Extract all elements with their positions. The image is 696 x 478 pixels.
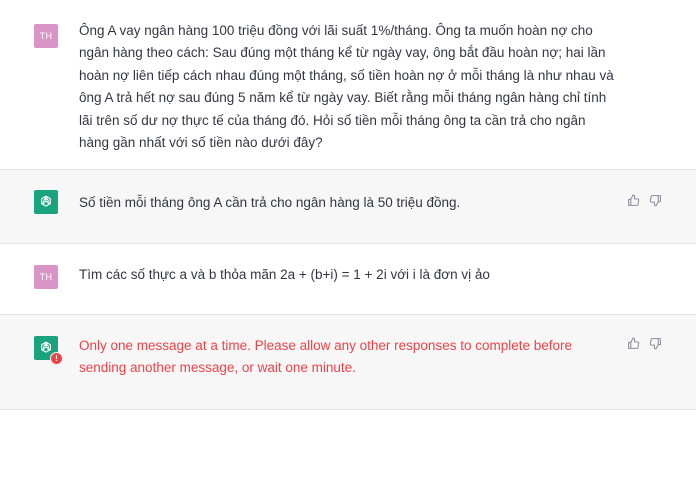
message-text: Tìm các số thực a và b thỏa mãn 2a + (b+… bbox=[79, 267, 490, 282]
user-message: TH Tìm các số thực a và b thỏa mãn 2a + … bbox=[0, 244, 696, 315]
feedback-actions bbox=[627, 337, 662, 350]
conversation-thread: TH Ông A vay ngân hàng 100 triệu đồng vớ… bbox=[0, 0, 696, 478]
user-message: TH Ông A vay ngân hàng 100 triệu đồng vớ… bbox=[0, 0, 696, 170]
feedback-actions bbox=[627, 194, 662, 207]
user-avatar: TH bbox=[34, 265, 58, 289]
user-avatar-initials: TH bbox=[39, 31, 53, 41]
error-message-text: Only one message at a time. Please allow… bbox=[79, 338, 573, 376]
message-text: Ông A vay ngân hàng 100 triệu đồng với l… bbox=[79, 23, 614, 151]
thumbs-down-icon[interactable] bbox=[649, 194, 662, 207]
thumbs-up-icon[interactable] bbox=[627, 337, 640, 350]
error-badge-icon: ! bbox=[50, 352, 63, 365]
message-text: Số tiền mỗi tháng ông A cần trả cho ngân… bbox=[79, 195, 461, 210]
assistant-avatar: ! bbox=[34, 336, 63, 365]
thumbs-down-icon[interactable] bbox=[649, 337, 662, 350]
assistant-message: ! Only one message at a time. Please all… bbox=[0, 315, 696, 410]
assistant-message: Số tiền mỗi tháng ông A cần trả cho ngân… bbox=[0, 170, 696, 244]
openai-logo-icon bbox=[41, 195, 51, 207]
thumbs-up-icon[interactable] bbox=[627, 194, 640, 207]
user-avatar-initials: TH bbox=[39, 272, 53, 282]
assistant-avatar bbox=[34, 190, 58, 214]
user-avatar: TH bbox=[34, 24, 58, 48]
